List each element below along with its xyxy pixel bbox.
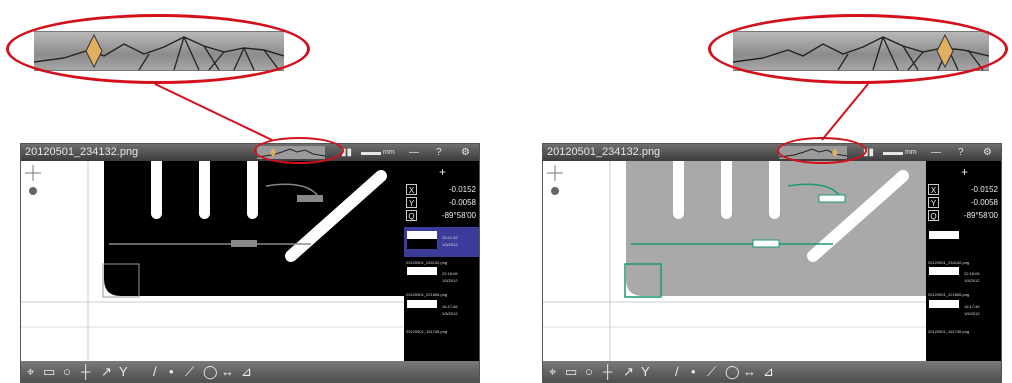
app-window-right: 20120501_234132.png ▮▮ ▬▬ mm — ? ⚙ + X -… — [542, 143, 1002, 383]
thumbnail-filename: 20120501_221806.png — [406, 292, 448, 297]
angle-value: -89°58'00 — [441, 211, 476, 220]
thumbnail-item[interactable]: 22:18:06 1/5/2012 — [404, 265, 479, 289]
thumbnail-image — [407, 267, 437, 285]
y-axis-label: Y — [928, 197, 939, 208]
thumbnail-image — [929, 300, 959, 318]
point-icon[interactable]: • — [691, 365, 696, 379]
image-canvas[interactable] — [543, 161, 926, 361]
thumbnail-date: 1/5/2012 — [964, 311, 980, 316]
point-icon[interactable]: • — [169, 365, 174, 379]
measurement-overlay — [25, 165, 387, 298]
ruler-icon[interactable]: ▬▬ — [883, 146, 903, 159]
polygon-icon[interactable]: ⊿ — [241, 365, 252, 379]
thumbnail-image — [407, 300, 437, 318]
y-readout: Y -0.0058 — [406, 197, 479, 208]
thumbnail-selected[interactable] — [926, 227, 1001, 257]
point-icon[interactable]: ┼ — [603, 365, 612, 379]
thumbnail-image — [929, 231, 959, 249]
crosshair-icon[interactable]: ⌖ — [27, 365, 34, 379]
help-icon[interactable]: ? — [436, 146, 442, 159]
thumbnail-image — [929, 267, 959, 285]
thumbnail-date: 1/5/2012 — [442, 278, 458, 283]
crosshair-icon[interactable]: ⌖ — [549, 365, 556, 379]
label-icon[interactable]: mm — [905, 146, 917, 159]
thumbnail-image — [407, 231, 437, 249]
title-bar: 20120501_234132.png ▮▮ ▬▬ mm — ? ⚙ — [21, 144, 479, 161]
settings-icon[interactable]: ⚙ — [461, 146, 470, 159]
circle-icon[interactable]: ○ — [585, 365, 593, 379]
arc-icon[interactable]: ⟋ — [185, 365, 194, 379]
angle-icon[interactable]: Y — [119, 365, 128, 379]
x-readout: X -0.0152 — [928, 184, 1001, 195]
y-readout: Y -0.0058 — [928, 197, 1001, 208]
angle-axis-label: Q — [406, 210, 417, 221]
info-panel: + X -0.0152 Y -0.0058 Q -89°58'00 201205… — [926, 161, 1001, 361]
polygon-icon[interactable]: ⊿ — [763, 365, 774, 379]
thumbnail-item[interactable]: 22:18:06 1/5/2012 — [926, 265, 1001, 289]
angle-value: -89°58'00 — [963, 211, 998, 220]
line-icon[interactable]: ↗ — [101, 365, 112, 379]
y-axis-label: Y — [406, 197, 417, 208]
titlebar-highlight-ellipse — [777, 137, 867, 164]
angle-readout: Q -89°58'00 — [928, 210, 1001, 221]
titlebar-highlight-ellipse — [254, 137, 344, 164]
circle-icon[interactable]: ◯ — [203, 365, 218, 379]
point-icon[interactable]: ┼ — [81, 365, 90, 379]
menu-icon[interactable]: — — [409, 146, 419, 159]
tool-bar: ⌖ ▭ ○ ┼ ↗ Y / • ⟋ ◯ ↔ ⊿ — [543, 361, 1001, 382]
thumbnail-filename: 20120501_221806.png — [928, 292, 970, 297]
rectangle-icon[interactable]: ▭ — [565, 365, 577, 379]
distance-icon[interactable]: / — [153, 365, 157, 379]
y-value: -0.0058 — [448, 198, 476, 207]
tool-bar: ⌖ ▭ ○ ┼ ↗ Y / • ⟋ ◯ ↔ ⊿ — [21, 361, 479, 382]
circle-icon[interactable]: ○ — [63, 365, 71, 379]
ruler-icon[interactable]: ▬▬ — [361, 146, 381, 159]
app-window-left: 20120501_234132.png ▮▮ ▬▬ mm — ? ⚙ + X -… — [20, 143, 480, 383]
width-icon[interactable]: ↔ — [743, 365, 756, 379]
image-canvas[interactable] — [21, 161, 404, 361]
thumbnail-selected[interactable]: 23:41:32 1/5/2012 — [404, 227, 479, 257]
distance-icon[interactable]: / — [675, 365, 679, 379]
thumbnail-time: 23:41:32 — [442, 235, 458, 240]
thumbnail-item[interactable]: 16:17:46 1/5/2012 — [404, 298, 479, 322]
measurement-overlay — [547, 165, 909, 298]
thumbnail-time: 16:17:46 — [442, 304, 458, 309]
x-readout: X -0.0152 — [406, 184, 479, 195]
x-value: -0.0152 — [970, 185, 998, 194]
info-panel: + X -0.0152 Y -0.0058 Q -89°58'00 23:41:… — [404, 161, 479, 361]
arc-icon[interactable]: ⟋ — [707, 365, 716, 379]
x-value: -0.0152 — [448, 185, 476, 194]
menu-icon[interactable]: — — [931, 146, 941, 159]
help-icon[interactable]: ? — [958, 146, 964, 159]
width-icon[interactable]: ↔ — [221, 365, 234, 379]
line-icon[interactable]: ↗ — [623, 365, 634, 379]
thumbnail-item[interactable]: 16:17:46 1/5/2012 — [926, 298, 1001, 322]
x-axis-label: X — [928, 184, 939, 195]
crosshair-icon: + — [439, 165, 447, 179]
circle-icon[interactable]: ◯ — [725, 365, 740, 379]
x-axis-label: X — [406, 184, 417, 195]
rectangle-icon[interactable]: ▭ — [43, 365, 55, 379]
thumbnail-time: 16:17:46 — [964, 304, 980, 309]
window-title: 20120501_234132.png — [547, 146, 661, 158]
label-icon[interactable]: mm — [383, 146, 395, 159]
thumbnail-time: 22:18:06 — [964, 271, 980, 276]
thumbnail-filename: 20120501_161746.png — [406, 329, 448, 334]
thumbnail-filename: 20120501_161746.png — [928, 329, 970, 334]
title-bar: 20120501_234132.png ▮▮ ▬▬ mm — ? ⚙ — [543, 144, 1001, 161]
thumbnail-date: 1/5/2012 — [442, 242, 458, 247]
angle-icon[interactable]: Y — [641, 365, 650, 379]
thumbnail-time: 22:18:06 — [442, 271, 458, 276]
settings-icon[interactable]: ⚙ — [983, 146, 992, 159]
thumbnail-date: 1/5/2012 — [442, 311, 458, 316]
crosshair-icon: + — [961, 165, 969, 179]
thumbnail-date: 1/5/2012 — [964, 278, 980, 283]
y-value: -0.0058 — [970, 198, 998, 207]
angle-axis-label: Q — [928, 210, 939, 221]
angle-readout: Q -89°58'00 — [406, 210, 479, 221]
window-title: 20120501_234132.png — [25, 146, 139, 158]
